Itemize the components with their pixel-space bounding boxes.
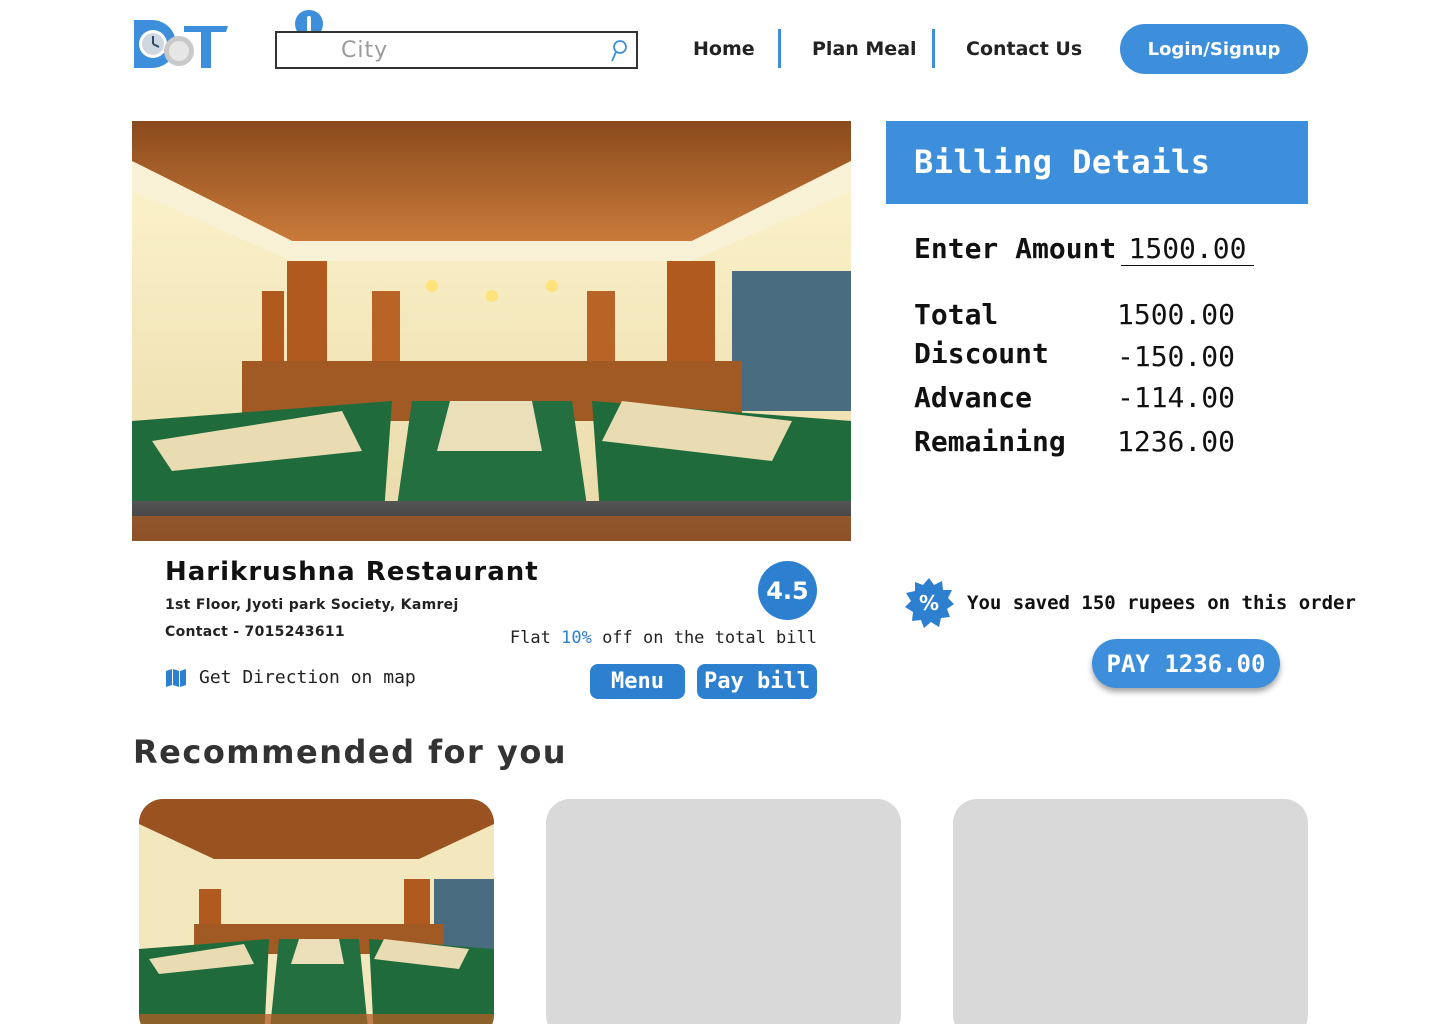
discount-value: -150.00	[1116, 340, 1235, 373]
restaurant-address: 1st Floor, Jyoti park Society, Kamrej	[165, 597, 459, 613]
recommended-card-placeholder[interactable]	[953, 799, 1308, 1024]
rating-badge: 4.5	[758, 561, 817, 620]
recommended-card-placeholder[interactable]	[546, 799, 901, 1024]
menu-button[interactable]: Menu	[590, 664, 685, 699]
remaining-value: 1236.00	[1116, 425, 1235, 458]
nav-divider	[932, 29, 935, 68]
search-input[interactable]	[341, 35, 601, 65]
get-direction-link[interactable]: Get Direction on map	[165, 667, 416, 688]
search-icon[interactable]	[610, 39, 628, 63]
recommended-title: Recommended for you	[133, 733, 568, 771]
pay-total-button[interactable]: PAY 1236.00	[1092, 639, 1280, 688]
nav-contact-us[interactable]: Contact Us	[966, 38, 1082, 60]
total-label: Total	[914, 298, 999, 331]
advance-value: -114.00	[1116, 381, 1235, 414]
map-icon	[166, 668, 186, 687]
svg-text:%: %	[919, 591, 939, 615]
logo[interactable]	[132, 18, 230, 70]
get-direction-label: Get Direction on map	[199, 667, 416, 688]
total-value: 1500.00	[1116, 298, 1235, 331]
amount-input[interactable]	[1121, 232, 1254, 266]
restaurant-contact: Contact - 7015243611	[165, 624, 345, 640]
login-signup-button[interactable]: Login/Signup	[1120, 24, 1308, 74]
billing-header: Billing Details	[886, 121, 1308, 204]
discount-label: Discount	[914, 337, 1049, 370]
nav-plan-meal[interactable]: Plan Meal	[812, 38, 917, 60]
billing-title: Billing Details	[914, 143, 1211, 181]
percent-badge-icon: %	[905, 578, 954, 628]
logo-icon	[134, 20, 228, 68]
nav-home[interactable]: Home	[693, 38, 755, 60]
search-box[interactable]	[275, 31, 638, 69]
offer-percent: 10%	[561, 628, 592, 648]
offer-text: Flat 10% off on the total bill	[509, 628, 817, 648]
restaurant-photo	[132, 121, 851, 541]
pay-bill-button[interactable]: Pay bill	[697, 664, 817, 699]
recommended-card[interactable]	[139, 799, 494, 1024]
enter-amount-label: Enter Amount	[914, 232, 1117, 265]
advance-label: Advance	[914, 381, 1033, 414]
nav-divider	[778, 29, 781, 68]
savings-note: % You saved 150 rupees on this order	[903, 577, 1356, 629]
savings-text: You saved 150 rupees on this order	[967, 592, 1356, 614]
restaurant-name: Harikrushna Restaurant	[165, 557, 539, 587]
remaining-label: Remaining	[914, 425, 1066, 458]
recommended-card-image	[139, 799, 494, 1024]
